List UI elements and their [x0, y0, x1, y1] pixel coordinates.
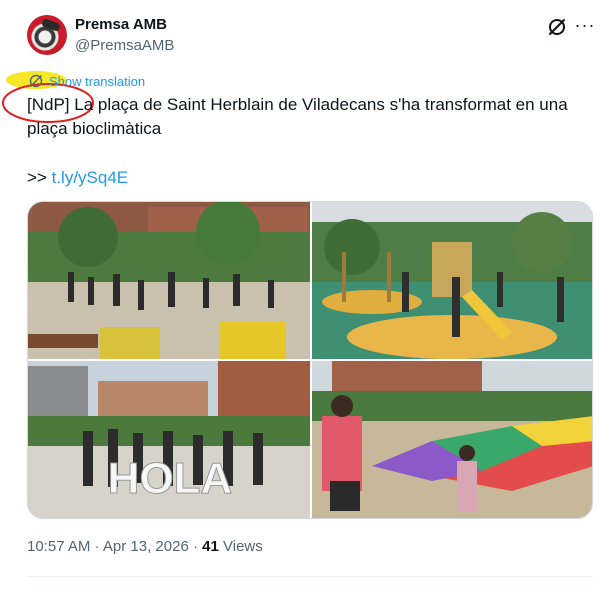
- meta-separator: ·: [192, 538, 198, 555]
- grok-icon[interactable]: [546, 16, 568, 38]
- photo-1[interactable]: [28, 202, 310, 359]
- tweet-text-line-1: [NdP] La plaça de Saint Herblain de Vila…: [27, 95, 568, 114]
- hola-sign: HOLA: [108, 454, 233, 503]
- tweet-meta: 10:57 AM · Apr 13, 2026 · 41 Views: [27, 538, 263, 555]
- author-display-name[interactable]: Premsa AMB: [75, 16, 167, 33]
- photo-4-image: [312, 361, 592, 518]
- media-grid: HOLA: [27, 201, 593, 519]
- tweet-link-row: >> t.ly/ySq4E: [27, 166, 128, 190]
- tweet-text-line-2: plaça bioclimàtica: [27, 119, 162, 138]
- show-translation-link[interactable]: Show translation: [49, 74, 145, 89]
- tweet-link[interactable]: t.ly/ySq4E: [52, 168, 129, 187]
- link-prefix: >>: [27, 168, 47, 187]
- tweet-text: [NdP] La plaça de Saint Herblain de Vila…: [27, 93, 587, 141]
- avatar[interactable]: [27, 15, 67, 55]
- photo-1-image: [28, 202, 310, 359]
- tweet-date[interactable]: Apr 13, 2026: [103, 538, 189, 555]
- photo-2-image: [312, 202, 592, 359]
- meta-separator: ·: [94, 538, 100, 555]
- translate-icon: [29, 74, 43, 88]
- translate-row[interactable]: Show translation: [29, 72, 145, 90]
- tweet-time[interactable]: 10:57 AM: [27, 538, 90, 555]
- author-handle[interactable]: @PremsaAMB: [75, 37, 174, 54]
- photo-2[interactable]: [312, 202, 592, 359]
- more-icon[interactable]: ···: [574, 16, 596, 38]
- divider: [27, 576, 593, 577]
- photo-3-image: HOLA: [28, 361, 310, 518]
- views-label: Views: [223, 538, 263, 555]
- photo-4[interactable]: [312, 361, 592, 518]
- views-count: 41: [202, 538, 219, 555]
- photo-3[interactable]: HOLA: [28, 361, 310, 518]
